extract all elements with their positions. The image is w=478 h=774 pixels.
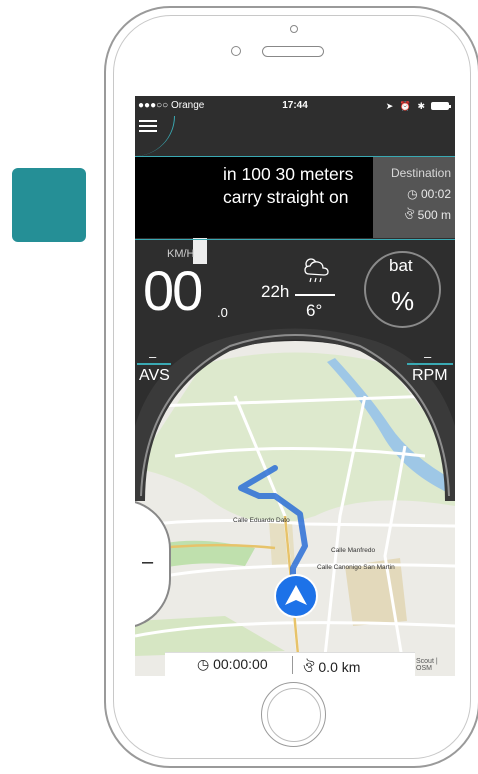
status-bar: ●●●○○ Orange 17:44 ➤ ⏰ ✱ — [135, 96, 455, 116]
route-icon: ঔ — [404, 208, 418, 222]
map-attribution: Scout | OSM — [416, 658, 438, 672]
location-bluetooth-icons: ➤ ⏰ ✱ — [385, 101, 427, 111]
zoom-out-button[interactable]: – — [142, 551, 153, 574]
earpiece-speaker — [262, 46, 324, 57]
trip-elapsed: ◷ 00:00:00 — [197, 656, 268, 672]
avs-value: – — [149, 349, 157, 364]
destination-title: Destination — [390, 166, 451, 180]
navigation-panel: in 100 30 meters carry straight on Desti… — [135, 156, 455, 240]
stopwatch-icon: ◷ — [197, 656, 214, 672]
app-screen: ●●●○○ Orange 17:44 ➤ ⏰ ✱ in 100 30 meter… — [135, 96, 455, 676]
front-camera-icon — [290, 25, 298, 33]
weather-divider — [295, 294, 335, 296]
trip-distance: ঔ 0.0 km — [303, 659, 361, 675]
rpm-divider — [407, 363, 453, 365]
battery-icon — [431, 102, 451, 110]
destination-time: 00:02 — [420, 187, 451, 201]
weather-time: 22h — [261, 282, 290, 301]
rpm-label: RPM — [412, 367, 448, 384]
instruction-text: in 100 30 meters carry straight on — [223, 164, 354, 207]
destination-distance: 500 m — [417, 208, 451, 222]
home-button[interactable] — [261, 682, 326, 747]
avs-label: AVS — [139, 367, 170, 384]
trip-bar: ◷ 00:00:00 ঔ 0.0 km — [165, 652, 415, 676]
avs-divider — [137, 363, 171, 365]
destination-panel[interactable]: Destination ◷ 00:02 ঔ 500 m — [373, 157, 455, 238]
temperature-value: 6° — [306, 301, 323, 320]
teal-side-button[interactable] — [12, 168, 86, 242]
speed-value: 00 — [143, 259, 203, 322]
street-label: Calle Manfredo — [331, 547, 376, 554]
battery-value: % — [391, 286, 415, 316]
hamburger-menu-icon[interactable] — [137, 117, 159, 135]
current-location-icon[interactable] — [274, 574, 318, 618]
trip-divider — [292, 656, 293, 674]
street-label: Calle Eduardo Dato — [233, 517, 290, 524]
street-label: Calle Canonigo San Martin — [317, 564, 395, 571]
weather-cloud-rain-icon — [304, 258, 329, 283]
speed-decimal: .0 — [217, 305, 228, 320]
battery-label: bat — [389, 256, 413, 275]
rpm-value: – — [424, 349, 432, 364]
turn-instruction[interactable]: in 100 30 meters carry straight on — [135, 157, 373, 238]
clock-icon: ◷ — [407, 187, 421, 201]
route-icon: ঔ — [303, 659, 319, 675]
sensor-icon — [231, 46, 241, 56]
